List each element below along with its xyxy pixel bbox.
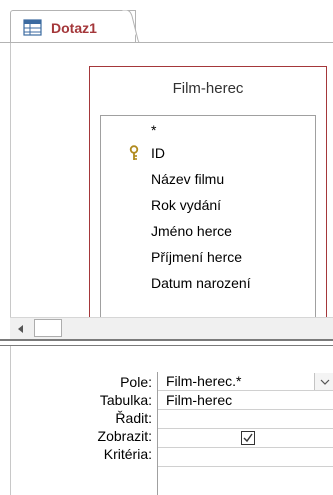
grid-column-1: Film-herec.* Film-herec xyxy=(157,372,333,495)
show-checkbox[interactable] xyxy=(241,431,255,445)
table-value: Film-herec xyxy=(166,392,233,408)
field-label: Název filmu xyxy=(151,171,225,187)
row-label-radit: Řadit: xyxy=(115,410,152,426)
field-label: Jméno herce xyxy=(151,223,232,239)
criteria-cell[interactable] xyxy=(158,448,333,467)
field-list[interactable]: * ID Název filmu Rok vydání Jméno herce … xyxy=(100,115,316,335)
field-item-prijmeni-herce[interactable]: Příjmení herce xyxy=(101,246,315,268)
field-label: Příjmení herce xyxy=(151,249,243,265)
field-dropdown-button[interactable] xyxy=(314,373,333,390)
field-item-id[interactable]: ID xyxy=(101,142,315,164)
row-label-pole: Pole: xyxy=(120,374,152,390)
field-item-jmeno-herce[interactable]: Jméno herce xyxy=(101,220,315,242)
field-label: Rok vydání xyxy=(151,197,222,213)
field-list-title[interactable]: Film-herec xyxy=(90,80,326,97)
row-label-kriteria: Kritéria: xyxy=(103,446,152,462)
chevron-down-icon xyxy=(320,379,329,385)
tab-label: Dotaz1 xyxy=(51,20,97,36)
scroll-thumb[interactable] xyxy=(34,319,62,337)
sort-cell[interactable] xyxy=(158,410,333,429)
or-cell[interactable] xyxy=(158,467,333,486)
field-item-all[interactable]: * xyxy=(101,119,315,141)
row-label-tabulka: Tabulka: xyxy=(99,392,152,408)
primary-key-icon xyxy=(129,145,139,160)
horizontal-scrollbar[interactable] xyxy=(10,317,333,339)
grid-border xyxy=(10,346,11,495)
document-tab-strip: Dotaz1 xyxy=(0,0,333,45)
show-cell[interactable] xyxy=(158,429,333,448)
row-label-zobrazit: Zobrazit: xyxy=(97,428,152,444)
field-label: ID xyxy=(151,145,165,161)
query-table-icon xyxy=(23,19,42,36)
field-label: * xyxy=(151,122,157,138)
field-item-nazev-filmu[interactable]: Název filmu xyxy=(101,168,315,190)
table-cell[interactable]: Film-herec xyxy=(158,391,333,410)
tab-edge xyxy=(122,10,140,44)
triangle-left-icon xyxy=(18,324,23,333)
field-list-window[interactable]: Film-herec * ID Název filmu Rok vydání J… xyxy=(89,66,327,336)
field-item-rok-vydani[interactable]: Rok vydání xyxy=(101,194,315,216)
field-cell[interactable]: Film-herec.* xyxy=(158,372,333,391)
tab-dotaz1[interactable]: Dotaz1 xyxy=(10,10,136,45)
check-icon xyxy=(243,433,253,443)
field-value: Film-herec.* xyxy=(166,373,242,389)
field-label: Datum narození xyxy=(151,275,251,291)
pane-splitter[interactable] xyxy=(0,339,333,346)
scroll-left-button[interactable] xyxy=(10,318,32,339)
pane-border xyxy=(10,43,11,343)
field-item-datum-narozeni[interactable]: Datum narození xyxy=(101,272,315,294)
